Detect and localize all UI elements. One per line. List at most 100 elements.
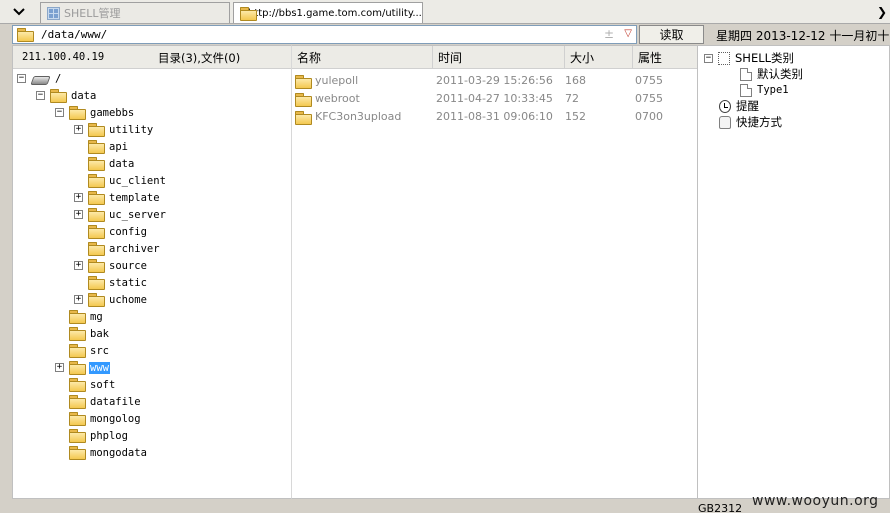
- folder-icon: [69, 378, 86, 392]
- tab-label: http://bbs1.game.tom.com/utility...: [248, 7, 422, 19]
- tree-node-source[interactable]: + source: [74, 257, 148, 274]
- tree-node-label: api: [109, 140, 128, 153]
- file-row[interactable]: webroot 2011-04-27 10:33:45 72 0755: [292, 90, 697, 108]
- tree-node-bak[interactable]: bak: [55, 325, 110, 342]
- expand-toggle[interactable]: +: [74, 210, 83, 219]
- folder-icon: [295, 75, 312, 89]
- column-header-attributes[interactable]: 属性: [632, 46, 697, 68]
- tree-node-mongolog[interactable]: mongolog: [55, 410, 142, 427]
- tree-node-static[interactable]: static: [74, 274, 148, 291]
- tree-node-label: uchome: [109, 293, 147, 306]
- file-list-panel: 名称 时间 大小 属性 yulepoll 2011-03-29 15:26:56…: [292, 45, 697, 499]
- tree-node-label: src: [90, 344, 109, 357]
- tree-node-label: /: [55, 72, 62, 85]
- tree-node-gamebbs[interactable]: − gamebbs: [55, 104, 135, 121]
- folder-icon: [88, 225, 105, 239]
- tab-label: SHELL管理: [64, 7, 121, 20]
- tree-node-label: config: [109, 225, 147, 238]
- tree-node-default-category[interactable]: 默认类别: [740, 66, 803, 82]
- tree-header: 211.100.40.19 目录(3),文件(0): [13, 46, 291, 69]
- file-size: 72: [565, 92, 579, 105]
- tree-node-archiver[interactable]: archiver: [74, 240, 161, 257]
- tree-node-uc-server[interactable]: + uc_server: [74, 206, 167, 223]
- tree-node-label: 提醒: [736, 99, 759, 113]
- tree-node-label: uc_client: [109, 174, 166, 187]
- tree-node-mg[interactable]: mg: [55, 308, 104, 325]
- plus-icon[interactable]: ±: [604, 27, 614, 41]
- encoding-label: GB2312: [698, 502, 743, 513]
- folder-icon: [69, 429, 86, 443]
- collapse-toggle[interactable]: −: [36, 91, 45, 100]
- folder-icon: [17, 28, 34, 42]
- tree-node-config[interactable]: config: [74, 223, 148, 240]
- expand-toggle[interactable]: +: [74, 125, 83, 134]
- folder-icon: [88, 293, 105, 307]
- chevron-down-icon: [13, 8, 25, 16]
- tab-scroll-right-button[interactable]: ❯: [876, 3, 888, 21]
- tree-node-phplog[interactable]: phplog: [55, 427, 129, 444]
- tree-node-mongodata[interactable]: mongodata: [55, 444, 148, 461]
- expand-toggle[interactable]: +: [55, 363, 64, 372]
- chevron-down-icon[interactable]: ▽: [624, 28, 632, 39]
- file-time: 2011-04-27 10:33:45: [436, 92, 553, 105]
- tree-node-label: datafile: [90, 395, 141, 408]
- tree-node-shell-category[interactable]: − SHELL类别: [704, 50, 794, 66]
- tree-node-soft[interactable]: soft: [55, 376, 116, 393]
- tree-node-reminder[interactable]: 提醒: [719, 98, 759, 114]
- folder-icon: [69, 310, 86, 324]
- date-label: 星期四 2013-12-12 十一月初十: [716, 29, 890, 43]
- folder-icon: [69, 106, 86, 120]
- expand-toggle[interactable]: +: [74, 295, 83, 304]
- tree-node-label: uc_server: [109, 208, 166, 221]
- file-time: 2011-08-31 09:06:10: [436, 110, 553, 123]
- column-header-name[interactable]: 名称: [292, 46, 432, 68]
- tab-site-url[interactable]: http://bbs1.game.tom.com/utility...: [233, 2, 423, 23]
- folder-icon: [69, 446, 86, 460]
- tree-node-uc-client[interactable]: uc_client: [74, 172, 167, 189]
- file-name: KFC3on3upload: [315, 110, 402, 123]
- file-time: 2011-03-29 15:26:56: [436, 74, 553, 87]
- directory-tree-panel: 211.100.40.19 目录(3),文件(0) − / − data − g…: [12, 45, 292, 499]
- document-icon: [740, 67, 752, 81]
- tree-node-src[interactable]: src: [55, 342, 110, 359]
- file-row[interactable]: yulepoll 2011-03-29 15:26:56 168 0755: [292, 72, 697, 90]
- tree-node-datafile[interactable]: datafile: [55, 393, 142, 410]
- folder-icon: [50, 89, 67, 103]
- hand-icon: [719, 115, 731, 129]
- collapse-toggle[interactable]: −: [55, 108, 64, 117]
- column-header-time[interactable]: 时间: [432, 46, 564, 68]
- tree-node-template[interactable]: + template: [74, 189, 161, 206]
- folder-icon: [88, 276, 105, 290]
- tree-node-root[interactable]: − /: [17, 70, 62, 87]
- folder-icon: [295, 93, 312, 107]
- server-ip: 211.100.40.19: [22, 51, 105, 63]
- file-size: 152: [565, 110, 586, 123]
- tree-node-label: SHELL类别: [735, 51, 795, 65]
- tree-node-type1[interactable]: Type1: [740, 82, 789, 98]
- expand-toggle[interactable]: +: [74, 261, 83, 270]
- tab-menu-button[interactable]: [6, 3, 32, 21]
- file-row[interactable]: KFC3on3upload 2011-08-31 09:06:10 152 07…: [292, 108, 697, 126]
- tree-node-data-sub[interactable]: data: [74, 155, 135, 172]
- path-input[interactable]: [41, 28, 601, 41]
- tree-node-uchome[interactable]: + uchome: [74, 291, 148, 308]
- tree-node-label: Type1: [757, 84, 789, 96]
- tree-node-label: static: [109, 276, 147, 289]
- tree-node-label: 默认类别: [757, 67, 803, 81]
- tree-node-label: source: [109, 259, 147, 272]
- folder-icon: [88, 123, 105, 137]
- expand-toggle[interactable]: +: [74, 193, 83, 202]
- tree-node-api[interactable]: api: [74, 138, 129, 155]
- tree-node-shortcut[interactable]: 快捷方式: [719, 114, 782, 130]
- collapse-toggle[interactable]: −: [704, 53, 713, 63]
- path-combobox[interactable]: ± ▽: [12, 25, 637, 44]
- read-button[interactable]: 读取: [639, 25, 704, 44]
- tree-node-www[interactable]: + www: [55, 359, 110, 376]
- tab-bar: SHELL管理 http://bbs1.game.tom.com/utility…: [0, 0, 890, 24]
- folder-icon: [69, 344, 86, 358]
- column-header-size[interactable]: 大小: [564, 46, 632, 68]
- tree-node-data[interactable]: − data: [36, 87, 97, 104]
- collapse-toggle[interactable]: −: [17, 74, 26, 83]
- tab-shell-manager[interactable]: SHELL管理: [40, 2, 230, 23]
- tree-node-utility[interactable]: + utility: [74, 121, 154, 138]
